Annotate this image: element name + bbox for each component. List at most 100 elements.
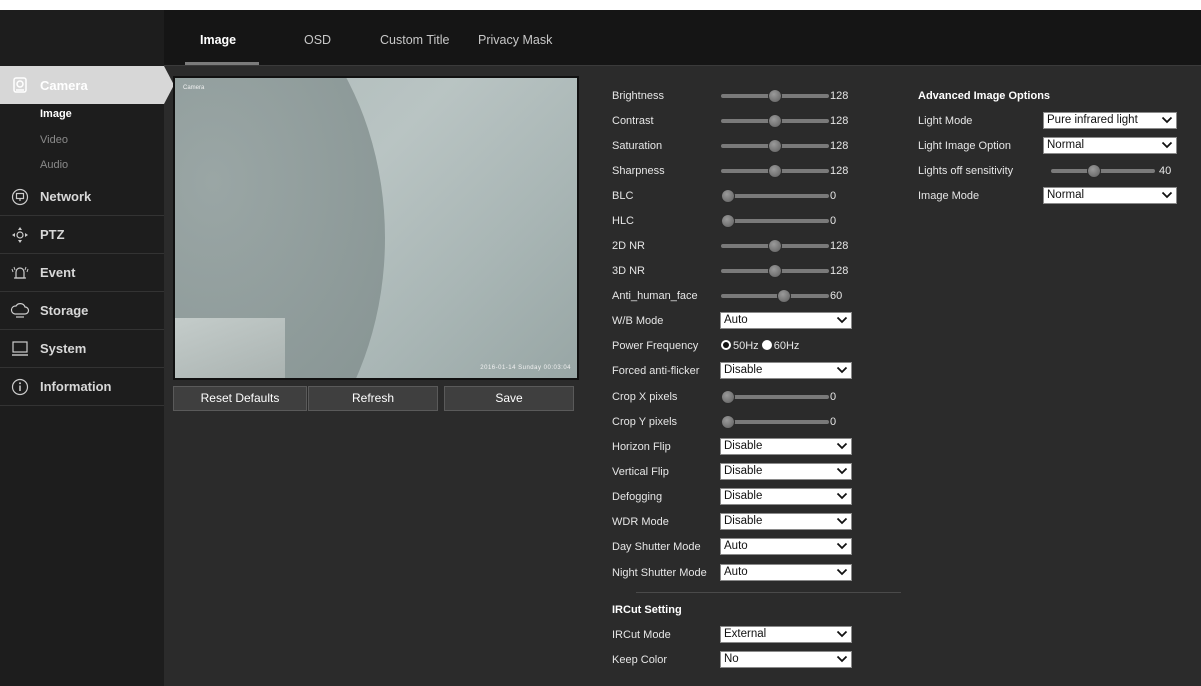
setting-label: Day Shutter Mode (612, 541, 701, 553)
setting-value: 128 (830, 115, 849, 127)
slider-thumb[interactable] (721, 415, 735, 429)
defogging-select[interactable]: Disable (720, 488, 852, 505)
live-preview[interactable]: Camera 2016-01-14 Sunday 00:03:04 (173, 76, 579, 380)
brightness-slider[interactable] (721, 87, 829, 105)
anti-human-face-slider[interactable] (721, 287, 829, 305)
slider-thumb[interactable] (768, 114, 782, 128)
setting-value: 0 (830, 215, 837, 227)
contrast-slider[interactable] (721, 112, 829, 130)
app-window: Image OSD Custom Title Privacy Mask Came… (0, 10, 1201, 686)
setting-label: Contrast (612, 115, 654, 127)
sidebar-subitem-audio[interactable]: Audio (40, 159, 68, 171)
setting-label: BLC (612, 190, 634, 202)
sidebar-subitem-image[interactable]: Image (40, 108, 72, 120)
information-icon (0, 368, 40, 406)
advanced-section-title: Advanced Image Options (918, 90, 1051, 102)
sidebar-item-camera[interactable]: Camera (0, 66, 174, 104)
setting-value: 40 (1159, 165, 1172, 177)
setting-label: Image Mode (918, 190, 980, 202)
active-tab-indicator (185, 62, 259, 65)
slider-thumb[interactable] (721, 189, 735, 203)
sidebar-item-label: Information (40, 379, 112, 394)
chevron-down-icon (836, 568, 848, 576)
keep-color-select[interactable]: No (720, 651, 852, 668)
chevron-down-icon (836, 492, 848, 500)
slider-thumb[interactable] (1087, 164, 1101, 178)
slider-thumb[interactable] (768, 89, 782, 103)
chevron-down-icon (836, 366, 848, 374)
camera-icon (0, 66, 40, 104)
sidebar-item-system[interactable]: System (0, 330, 164, 368)
chevron-down-icon (836, 630, 848, 638)
lights-off-sensitivity-slider[interactable] (1051, 162, 1155, 180)
ptz-icon (0, 216, 40, 254)
sidebar-subitem-video[interactable]: Video (40, 134, 68, 146)
horizon-flip-select[interactable]: Disable (720, 438, 852, 455)
chevron-down-icon (836, 542, 848, 550)
setting-label: 2D NR (612, 240, 646, 252)
slider-thumb[interactable] (721, 214, 735, 228)
radio-button[interactable] (721, 340, 731, 350)
save-button[interactable]: Save (444, 386, 574, 411)
crop-y-slider[interactable] (721, 413, 829, 431)
tab-osd[interactable]: OSD (304, 10, 331, 66)
sidebar-item-label: PTZ (40, 227, 65, 242)
sidebar: Camera Image Video Audio Network PTZ Eve… (0, 10, 174, 686)
setting-label: Night Shutter Mode (612, 567, 707, 579)
setting-label: Light Mode (918, 115, 973, 127)
wdr-mode-select[interactable]: Disable (720, 513, 852, 530)
radio-button[interactable] (761, 340, 772, 350)
light-mode-select[interactable]: Pure infrared light (1043, 112, 1177, 129)
setting-value: 128 (830, 140, 849, 152)
sidebar-item-ptz[interactable]: PTZ (0, 216, 164, 254)
image-mode-select[interactable]: Normal (1043, 187, 1177, 204)
system-icon (0, 330, 40, 368)
sidebar-item-label: Storage (40, 303, 89, 318)
tab-custom-title[interactable]: Custom Title (380, 10, 449, 66)
setting-value: 60 (830, 290, 843, 302)
day-shutter-select[interactable]: Auto (720, 538, 852, 555)
slider-thumb[interactable] (721, 390, 735, 404)
sidebar-item-label: Camera (40, 77, 88, 93)
chevron-down-icon (836, 316, 848, 324)
setting-value: 0 (830, 391, 837, 403)
anti-flicker-select[interactable]: Disable (720, 362, 852, 379)
refresh-button[interactable]: Refresh (308, 386, 438, 411)
vertical-flip-select[interactable]: Disable (720, 463, 852, 480)
slider-thumb[interactable] (768, 239, 782, 253)
crop-x-slider[interactable] (721, 388, 829, 406)
ircut-mode-select[interactable]: External (720, 626, 852, 643)
setting-label: Light Image Option (918, 140, 1011, 152)
power-frequency-options: 50Hz 60Hz (721, 337, 799, 355)
reset-defaults-button[interactable]: Reset Defaults (173, 386, 307, 411)
wb-mode-select[interactable]: Auto (720, 312, 852, 329)
sidebar-item-storage[interactable]: Storage (0, 292, 164, 330)
sidebar-item-event[interactable]: Event (0, 254, 164, 292)
slider-thumb[interactable] (777, 289, 792, 303)
setting-label: 3D NR (612, 265, 646, 277)
radio-60hz[interactable]: 60Hz (761, 340, 799, 352)
sidebar-item-information[interactable]: Information (0, 368, 164, 406)
tab-image[interactable]: Image (200, 10, 236, 66)
tab-privacy-mask[interactable]: Privacy Mask (478, 10, 552, 66)
night-shutter-select[interactable]: Auto (720, 564, 852, 581)
sidebar-item-network[interactable]: Network (0, 178, 164, 216)
3d-nr-slider[interactable] (721, 262, 829, 280)
preview-floor-corner (175, 318, 285, 378)
saturation-slider[interactable] (721, 137, 829, 155)
slider-thumb[interactable] (768, 264, 782, 278)
event-icon (0, 254, 40, 292)
light-image-option-select[interactable]: Normal (1043, 137, 1177, 154)
slider-thumb[interactable] (768, 164, 782, 178)
sharpness-slider[interactable] (721, 162, 829, 180)
slider-thumb[interactable] (768, 139, 782, 153)
blc-slider[interactable] (721, 187, 829, 205)
osd-camera-name: Camera (183, 85, 205, 91)
chevron-down-icon (836, 517, 848, 525)
chevron-down-icon (1161, 141, 1173, 149)
sidebar-item-label: Event (40, 265, 76, 280)
radio-50hz[interactable]: 50Hz (721, 340, 759, 352)
ircut-section-title: IRCut Setting (612, 604, 682, 616)
2d-nr-slider[interactable] (721, 237, 829, 255)
hlc-slider[interactable] (721, 212, 829, 230)
